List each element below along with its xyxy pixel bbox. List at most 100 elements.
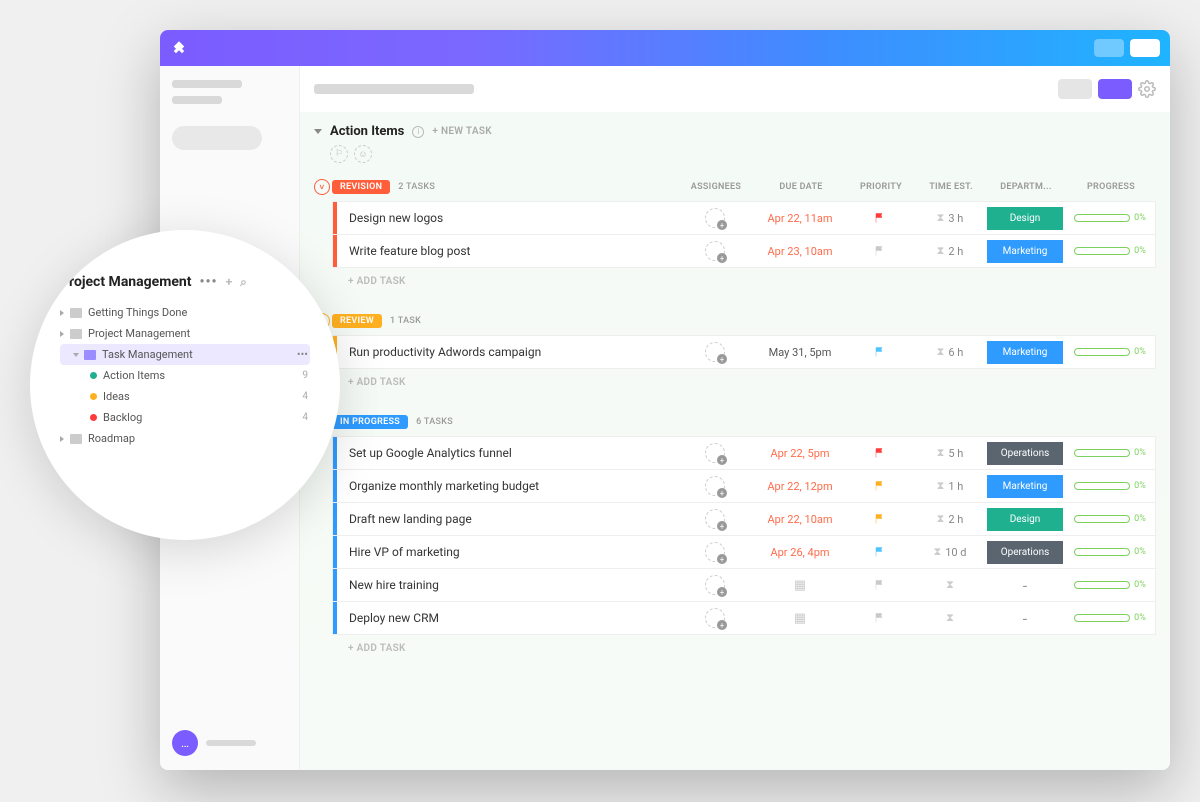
view-toggle-button[interactable] [1058, 79, 1092, 99]
assignee-add-icon[interactable] [705, 608, 725, 628]
task-count: 6 TASKS [416, 417, 453, 427]
assignee-filter-icon[interactable]: ☺ [354, 145, 372, 163]
time-estimate[interactable]: ⧗3 h [915, 211, 985, 225]
progress-bar [1074, 247, 1130, 255]
task-name[interactable]: Design new logos [337, 211, 675, 225]
department-tag[interactable]: Marketing [987, 240, 1063, 263]
assignee-add-icon[interactable] [705, 241, 725, 261]
hourglass-icon[interactable]: ⧗ [946, 611, 954, 625]
assignee-add-icon[interactable] [705, 542, 725, 562]
task-name[interactable]: Organize monthly marketing budget [337, 479, 675, 493]
due-date[interactable]: May 31, 5pm [755, 346, 845, 359]
info-icon[interactable]: i [412, 126, 424, 138]
due-date[interactable]: Apr 22, 5pm [755, 447, 845, 460]
task-row[interactable]: Run productivity Adwords campaign May 31… [332, 335, 1156, 369]
priority-flag-icon[interactable] [874, 612, 886, 624]
view-toggle-button-active[interactable] [1098, 79, 1132, 99]
time-estimate[interactable]: ⧗10 d [915, 545, 985, 559]
tree-count: 4 [302, 412, 308, 423]
assignee-add-icon[interactable] [705, 342, 725, 362]
sidebar-folder-item[interactable]: Task Management••• [60, 344, 310, 365]
sidebar-list-item[interactable]: Action Items9 [60, 365, 310, 386]
titlebar-button[interactable] [1094, 39, 1124, 57]
priority-flag-icon[interactable] [874, 546, 886, 558]
time-estimate[interactable]: ⧗5 h [915, 446, 985, 460]
calendar-icon[interactable]: ▦ [794, 578, 806, 593]
due-date[interactable]: Apr 22, 10am [755, 513, 845, 526]
priority-flag-icon[interactable] [874, 346, 886, 358]
sidebar-list-item[interactable]: Ideas4 [60, 386, 310, 407]
due-date[interactable]: Apr 23, 10am [755, 245, 845, 258]
department-tag[interactable]: Marketing [987, 475, 1063, 498]
task-name[interactable]: Deploy new CRM [337, 611, 675, 625]
due-date[interactable]: Apr 22, 12pm [755, 480, 845, 493]
time-estimate[interactable]: ⧗2 h [915, 244, 985, 258]
new-task-link[interactable]: + NEW TASK [432, 126, 492, 137]
more-icon[interactable]: ••• [297, 348, 308, 361]
assignee-add-icon[interactable] [705, 208, 725, 228]
task-name[interactable]: New hire training [337, 578, 675, 592]
task-row[interactable]: Design new logos Apr 22, 11am ⧗3 h Desig… [332, 201, 1156, 235]
priority-flag-icon[interactable] [874, 245, 886, 257]
due-date[interactable]: Apr 26, 4pm [755, 546, 845, 559]
priority-flag-icon[interactable] [874, 212, 886, 224]
caret-down-icon[interactable] [314, 129, 322, 134]
priority-flag-icon[interactable] [874, 513, 886, 525]
add-task-link[interactable]: + ADD TASK [336, 635, 1156, 662]
gear-icon[interactable] [1138, 80, 1156, 98]
caret-icon [73, 353, 79, 357]
task-row[interactable]: Write feature blog post Apr 23, 10am ⧗2 … [332, 234, 1156, 268]
more-icon[interactable]: ••• [199, 274, 217, 290]
task-name[interactable]: Hire VP of marketing [337, 545, 675, 559]
time-estimate[interactable]: ⧗6 h [915, 345, 985, 359]
priority-flag-icon[interactable] [874, 480, 886, 492]
calendar-icon[interactable]: ▦ [794, 611, 806, 626]
task-row[interactable]: Hire VP of marketing Apr 26, 4pm ⧗10 d O… [332, 535, 1156, 569]
search-pill[interactable] [172, 126, 262, 150]
task-name[interactable]: Set up Google Analytics funnel [337, 446, 675, 460]
department-tag[interactable]: Operations [987, 541, 1063, 564]
tree-label: Getting Things Done [88, 306, 308, 319]
department-tag[interactable]: Operations [987, 442, 1063, 465]
due-date[interactable]: ▦ [755, 611, 845, 626]
department-tag[interactable]: Marketing [987, 341, 1063, 364]
time-estimate[interactable]: ⧗1 h [915, 479, 985, 493]
add-task-link[interactable]: + ADD TASK [336, 268, 1156, 295]
time-estimate[interactable]: ⧗ [915, 611, 985, 625]
status-label[interactable]: REVIEW [332, 314, 382, 328]
task-row[interactable]: Deploy new CRM ▦ ⧗ - 0% [332, 601, 1156, 635]
sidebar-list-item[interactable]: Backlog4 [60, 407, 310, 428]
add-task-link[interactable]: + ADD TASK [336, 369, 1156, 396]
status-label[interactable]: REVISION [332, 180, 390, 194]
task-name[interactable]: Run productivity Adwords campaign [337, 345, 675, 359]
task-name[interactable]: Write feature blog post [337, 244, 675, 258]
sidebar-folder-item[interactable]: Getting Things Done [60, 302, 310, 323]
status-label[interactable]: IN PROGRESS [332, 415, 408, 429]
time-estimate[interactable]: ⧗ [915, 578, 985, 592]
assignee-add-icon[interactable] [705, 443, 725, 463]
plus-icon[interactable]: + [226, 275, 233, 289]
task-row[interactable]: Draft new landing page Apr 22, 10am ⧗2 h… [332, 502, 1156, 536]
hourglass-icon[interactable]: ⧗ [946, 578, 954, 592]
time-estimate[interactable]: ⧗2 h [915, 512, 985, 526]
task-row[interactable]: Organize monthly marketing budget Apr 22… [332, 469, 1156, 503]
assignee-add-icon[interactable] [705, 476, 725, 496]
assignee-add-icon[interactable] [705, 509, 725, 529]
assignee-add-icon[interactable] [705, 575, 725, 595]
task-row[interactable]: New hire training ▦ ⧗ - 0% [332, 568, 1156, 602]
titlebar-button[interactable] [1130, 39, 1160, 57]
collapse-status-icon[interactable]: ˅ [314, 179, 330, 195]
due-date[interactable]: ▦ [755, 578, 845, 593]
department-tag[interactable]: Design [987, 508, 1063, 531]
task-row[interactable]: Set up Google Analytics funnel Apr 22, 5… [332, 436, 1156, 470]
priority-flag-icon[interactable] [874, 447, 886, 459]
priority-flag-icon[interactable] [874, 579, 886, 591]
sidebar-folder-item[interactable]: Project Management [60, 323, 310, 344]
chat-icon[interactable]: … [172, 730, 198, 756]
department-tag[interactable]: Design [987, 207, 1063, 230]
filter-icon[interactable]: ⚐ [330, 145, 348, 163]
task-name[interactable]: Draft new landing page [337, 512, 675, 526]
due-date[interactable]: Apr 22, 11am [755, 212, 845, 225]
sidebar-folder-item[interactable]: Roadmap [60, 428, 310, 449]
search-icon[interactable]: ⌕ [240, 275, 247, 290]
